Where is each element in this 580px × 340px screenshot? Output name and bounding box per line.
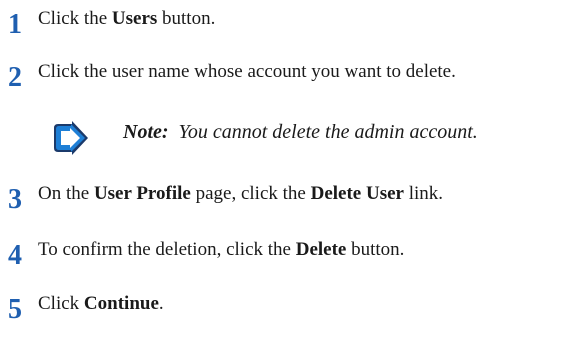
note-arrow-icon [50,117,92,159]
step-2: 2 Click the user name whose account you … [0,61,580,101]
step-text-part: button. [346,239,405,260]
ui-term-delete: Delete [295,239,347,260]
ui-term-delete-user: Delete User [310,183,404,204]
step-text-part: Click the [38,8,112,29]
step-text-part: link. [403,183,444,204]
step-number: 1 [8,9,22,40]
ui-term-users: Users [111,8,158,29]
note-body: You cannot delete the admin account. [178,121,478,143]
step-text-part: button. [157,8,216,29]
step-3: 3 On the User Profile page, click the De… [0,183,580,223]
step-text-part: . [158,293,164,314]
note-label: Note: [123,121,169,143]
ui-term-user-profile: User Profile [93,183,191,204]
step-text-part: On the [38,183,94,204]
step-text: To confirm the deletion, click the Delet… [38,239,404,261]
step-1: 1 Click the Users button. [0,8,580,48]
step-text: Click Continue. [38,293,164,315]
step-text-part: page, click the [190,183,311,204]
step-text: Click the Users button. [38,8,215,30]
step-text: Click the user name whose account you wa… [38,61,456,82]
step-text-part: To confirm the deletion, click the [38,239,296,260]
step-number: 2 [8,62,22,93]
note-callout: Note: You cannot delete the admin accoun… [0,117,580,161]
step-text: On the User Profile page, click the Dele… [38,183,443,205]
step-number: 3 [8,184,22,215]
ui-term-continue: Continue [83,293,159,314]
note-text: Note: You cannot delete the admin accoun… [123,120,478,144]
step-4: 4 To confirm the deletion, click the Del… [0,239,580,279]
step-text-part: Click [38,293,84,314]
step-5: 5 Click Continue. [0,293,580,333]
step-number: 4 [8,240,22,271]
step-number: 5 [8,294,22,325]
